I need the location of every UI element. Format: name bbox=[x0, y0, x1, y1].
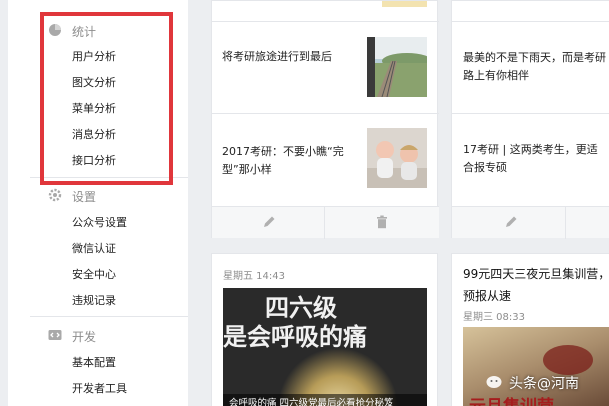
article-group-left: 将考研旅途进行到最后 2017考研：不要小瞧“完型”那小样 bbox=[211, 0, 439, 239]
article-title[interactable]: 17考研 | 这两类考生，更适合报专硕 bbox=[463, 141, 603, 177]
publish-time: 星期三 08:33 bbox=[463, 312, 525, 323]
article-card-left[interactable]: 星期五 14:43 四六级 是会呼吸的痛 会呼吸的痛 四六级党最后必看抢分秘笈 bbox=[211, 253, 438, 406]
wechat-icon bbox=[486, 376, 502, 388]
toddlers-thumbnail bbox=[367, 128, 427, 188]
cover-caption: 会呼吸的痛 四六级党最后必看抢分秘笈 bbox=[223, 394, 427, 406]
sidebar-item-developer-tools[interactable]: 开发者工具 bbox=[72, 380, 127, 396]
row-divider bbox=[212, 113, 439, 114]
article-title[interactable]: 将考研旅途进行到最后 bbox=[222, 48, 367, 66]
sidebar-section-develop[interactable]: 开发 bbox=[48, 328, 97, 345]
sidebar-item-violation-records[interactable]: 违规记录 bbox=[72, 292, 116, 308]
cover-text: 元旦集训营 bbox=[469, 392, 554, 406]
sidebar-divider bbox=[30, 316, 188, 317]
action-separator bbox=[324, 207, 325, 239]
sidebar: 统计 用户分析 图文分析 菜单分析 消息分析 接口分析 设置 公众号设置 微信认… bbox=[0, 0, 188, 406]
thumbnail-top bbox=[382, 1, 427, 7]
sidebar-section-settings[interactable]: 设置 bbox=[48, 188, 97, 205]
row-divider bbox=[212, 21, 439, 22]
cover-image: 元旦集训营 bbox=[463, 327, 609, 406]
pencil-icon[interactable] bbox=[504, 215, 518, 229]
sidebar-item-basic-config[interactable]: 基本配置 bbox=[72, 354, 116, 370]
train-track-thumbnail bbox=[367, 37, 427, 97]
sidebar-item-account-settings[interactable]: 公众号设置 bbox=[72, 214, 127, 230]
action-bar bbox=[452, 206, 609, 239]
action-separator bbox=[565, 207, 566, 239]
sidebar-item-wechat-verification[interactable]: 微信认证 bbox=[72, 240, 116, 256]
watermark-text: 头条@河南 bbox=[509, 376, 579, 392]
sidebar-section-title: 开发 bbox=[72, 330, 97, 344]
article-title[interactable]: 99元四天三夜元旦集训营，预报从速 bbox=[463, 263, 609, 307]
article-group-right: 最美的不是下雨天，而是考研路上有你相伴 17考研 | 这两类考生，更适合报专硕 bbox=[451, 0, 609, 239]
highlight-box bbox=[40, 12, 173, 185]
action-bar bbox=[212, 206, 439, 239]
row-divider bbox=[452, 21, 609, 22]
sidebar-item-security-center[interactable]: 安全中心 bbox=[72, 266, 116, 282]
sidebar-section-title: 设置 bbox=[72, 190, 97, 204]
watermark: 头条@河南 bbox=[486, 373, 579, 393]
article-title[interactable]: 最美的不是下雨天，而是考研路上有你相伴 bbox=[463, 49, 609, 85]
gear-icon bbox=[48, 188, 62, 202]
publish-time: 星期五 14:43 bbox=[223, 271, 285, 282]
row-divider bbox=[452, 113, 609, 114]
code-icon bbox=[48, 330, 62, 340]
cover-title-line2: 是会呼吸的痛 bbox=[223, 322, 367, 351]
article-title[interactable]: 2017考研：不要小瞧“完型”那小样 bbox=[222, 143, 367, 179]
pencil-icon[interactable] bbox=[262, 215, 276, 229]
trash-icon[interactable] bbox=[375, 215, 389, 229]
cover-image: 四六级 是会呼吸的痛 会呼吸的痛 四六级党最后必看抢分秘笈 bbox=[223, 288, 427, 406]
